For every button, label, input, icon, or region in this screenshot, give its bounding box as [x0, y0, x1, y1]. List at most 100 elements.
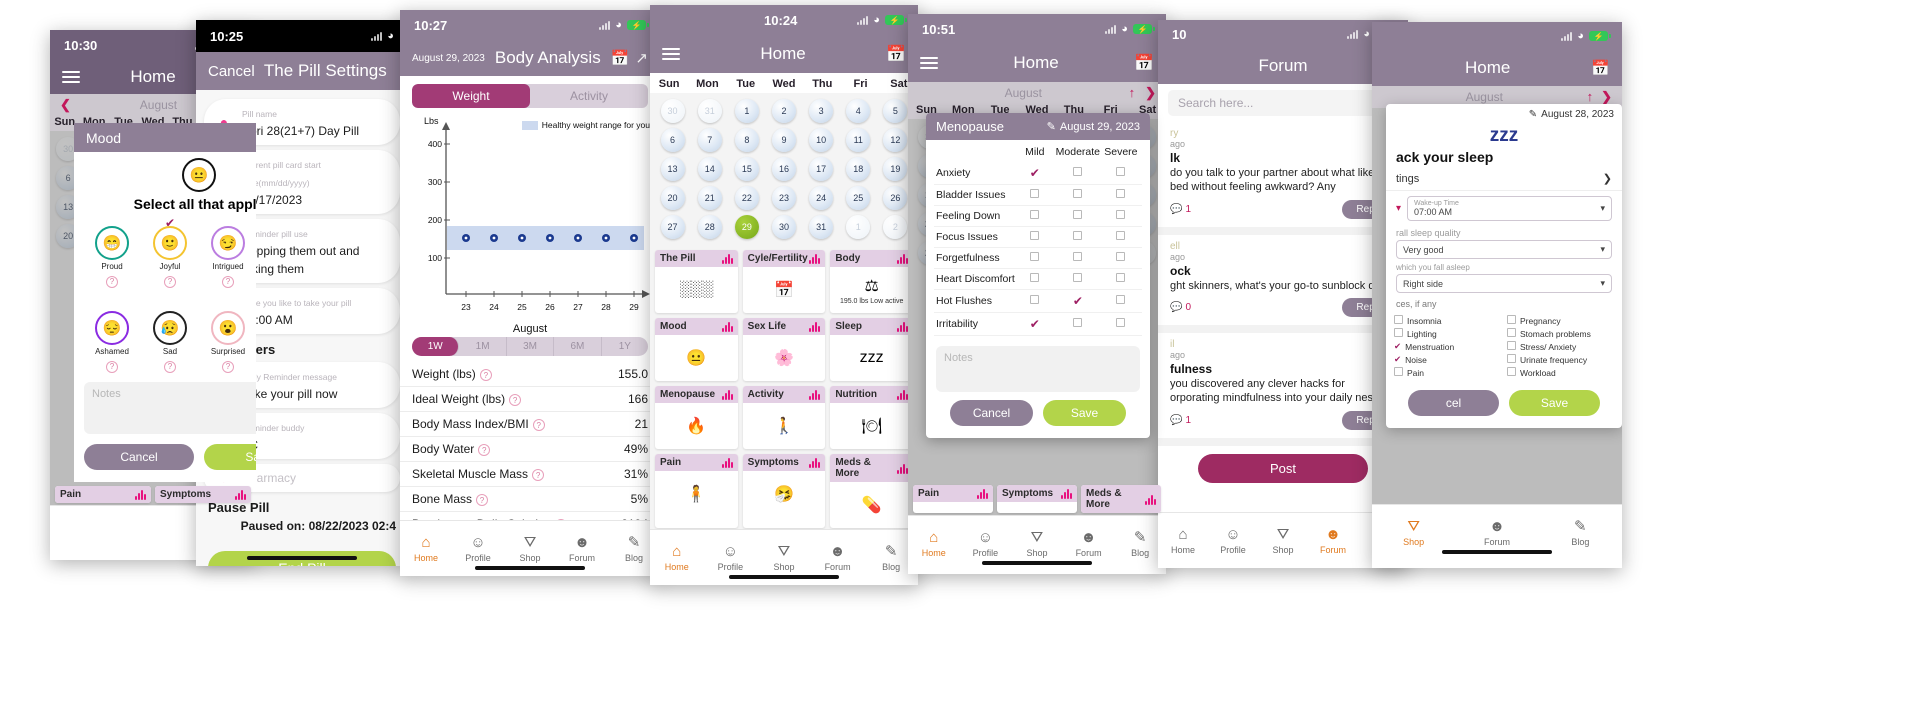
cancel-button[interactable]: Cancel [950, 400, 1033, 426]
tab-home[interactable]: ⌂ Home [908, 516, 960, 571]
symptom-mild-cell[interactable] [1016, 189, 1054, 201]
calendar-day[interactable]: 1 [846, 215, 871, 239]
help-icon[interactable]: ? [532, 419, 545, 431]
checkbox[interactable] [1073, 210, 1083, 219]
mood-option-surprised[interactable]: 😮 Surprised ? [200, 299, 256, 374]
analysis-tab-weight[interactable]: Weight [412, 84, 530, 108]
tab-home[interactable]: ⌂ Home [650, 530, 704, 585]
share-icon[interactable]: ↗ [635, 49, 648, 67]
calendar-icon[interactable]: 📅 [611, 49, 630, 67]
calendar-day[interactable]: 1 [734, 99, 759, 123]
calendar-day[interactable]: 16 [771, 157, 796, 181]
range-1M[interactable]: 1M [459, 337, 507, 356]
sleep-factor-pain[interactable]: Pain [1394, 367, 1501, 378]
calendar-icon[interactable]: 📅 [1134, 53, 1154, 73]
tile-sleep[interactable]: Sleep zᴢz [830, 318, 913, 381]
sleep-factor-urinate-frequency[interactable]: Urinate frequency [1507, 354, 1614, 365]
calendar-day[interactable]: 24 [809, 186, 834, 210]
calendar-day[interactable]: 31 [809, 215, 834, 239]
cancel-button[interactable]: cel [1408, 390, 1499, 416]
calendar-day[interactable]: 13 [660, 157, 685, 181]
quality-select[interactable]: Very good ▾ [1396, 240, 1612, 259]
wake-time-select[interactable]: Wake-up Time 07:00 AM ▾ [1407, 196, 1612, 221]
tab-shop[interactable]: ⛛ Shop [1258, 513, 1308, 568]
calendar-day[interactable]: 12 [883, 128, 908, 152]
tile-the-pill[interactable]: The Pill ░░░ [655, 250, 738, 313]
symptom-mild-cell[interactable] [1016, 295, 1054, 307]
tile-pain[interactable]: Pain [55, 486, 151, 503]
tile-body[interactable]: Body ⚖ 195.0 lbs Low active [830, 250, 913, 313]
checkbox[interactable] [1507, 367, 1516, 378]
range-3M[interactable]: 3M [507, 337, 555, 356]
sleep-factor-stomach-problems[interactable]: Stomach problems [1507, 328, 1614, 339]
calendar-day[interactable]: 3 [809, 99, 834, 123]
mood-option-ashamed[interactable]: 😔 Ashamed ? [84, 299, 140, 374]
checkbox[interactable] [1073, 318, 1083, 327]
sleep-settings-row[interactable]: tings ❯ [1386, 167, 1622, 191]
tile-symptoms[interactable]: Symptoms 🤧 [742, 454, 826, 528]
tile-nutrition[interactable]: Nutrition 🍽 [830, 386, 913, 449]
help-icon[interactable]: ? [476, 494, 489, 506]
symptom-moderate-cell[interactable] [1054, 318, 1102, 330]
checkbox[interactable] [1116, 210, 1126, 219]
calendar-day[interactable]: 27 [660, 215, 685, 239]
chevron-right-icon[interactable]: ❯ [1145, 85, 1156, 101]
checkbox[interactable] [1116, 318, 1126, 327]
checkbox[interactable] [1507, 315, 1516, 326]
checkbox[interactable] [1073, 189, 1083, 198]
calendar-day[interactable]: 25 [846, 186, 871, 210]
tab-profile[interactable]: ☺ Profile [1208, 513, 1258, 568]
range-1W[interactable]: 1W [412, 337, 460, 356]
calendar-day[interactable]: 14 [697, 157, 722, 181]
checkbox[interactable] [1030, 252, 1040, 261]
help-icon[interactable]: ? [164, 360, 176, 373]
help-icon[interactable]: ? [222, 275, 234, 288]
help-icon[interactable]: ? [532, 469, 545, 481]
checkbox[interactable] [1030, 210, 1040, 219]
cancel-button[interactable]: Cancel [208, 63, 255, 80]
symptom-moderate-cell[interactable] [1054, 189, 1102, 201]
symptom-mild-cell[interactable] [1016, 273, 1054, 285]
calendar-day[interactable]: 30 [660, 99, 685, 123]
range-6M[interactable]: 6M [554, 337, 602, 356]
checkbox[interactable] [1030, 295, 1040, 304]
symptom-severe-cell[interactable] [1102, 318, 1140, 330]
symptom-moderate-cell[interactable] [1054, 252, 1102, 264]
checkbox[interactable] [1507, 354, 1516, 365]
checkbox[interactable] [1030, 231, 1040, 240]
help-icon[interactable]: ? [478, 444, 491, 456]
calendar-day[interactable]: 26 [883, 186, 908, 210]
checkbox[interactable] [1394, 328, 1403, 339]
tile-mood[interactable]: Mood 😐 [655, 318, 738, 381]
symptom-moderate-cell[interactable] [1054, 167, 1102, 179]
arrow-up-icon[interactable]: ↑ [1587, 89, 1594, 105]
symptom-moderate-cell[interactable]: ✔ [1054, 294, 1102, 308]
help-icon[interactable]: ? [106, 275, 118, 288]
position-select[interactable]: Right side ▾ [1396, 274, 1612, 293]
comment-count[interactable]: 💬 1 [1170, 204, 1191, 215]
menu-icon[interactable] [920, 54, 938, 72]
symptom-severe-cell[interactable] [1102, 189, 1140, 201]
checkbox[interactable] [1116, 167, 1126, 176]
symptom-severe-cell[interactable] [1102, 231, 1140, 243]
save-button[interactable]: Save [204, 444, 256, 470]
symptom-mild-cell[interactable] [1016, 210, 1054, 222]
symptom-mild-cell[interactable] [1016, 231, 1054, 243]
checkbox[interactable] [1507, 341, 1516, 352]
checkbox[interactable]: ✔ [1394, 354, 1401, 365]
mood-option-intrigued[interactable]: 😏 Intrigued ? [200, 214, 256, 289]
calendar-day[interactable]: 29 [734, 215, 759, 239]
symptom-moderate-cell[interactable] [1054, 231, 1102, 243]
symptom-severe-cell[interactable] [1102, 295, 1140, 307]
calendar-day[interactable]: 19 [883, 157, 908, 181]
checkbox[interactable] [1073, 231, 1083, 240]
cancel-button[interactable]: Cancel [84, 444, 194, 470]
help-icon[interactable]: ? [479, 369, 492, 381]
symptom-mild-cell[interactable]: ✔ [1016, 166, 1054, 180]
comment-count[interactable]: 💬 1 [1170, 415, 1191, 426]
calendar-day[interactable]: 22 [734, 186, 759, 210]
symptom-severe-cell[interactable] [1102, 210, 1140, 222]
checkbox[interactable] [1116, 252, 1126, 261]
checkbox[interactable] [1073, 273, 1083, 282]
calendar-day[interactable]: 5 [883, 99, 908, 123]
